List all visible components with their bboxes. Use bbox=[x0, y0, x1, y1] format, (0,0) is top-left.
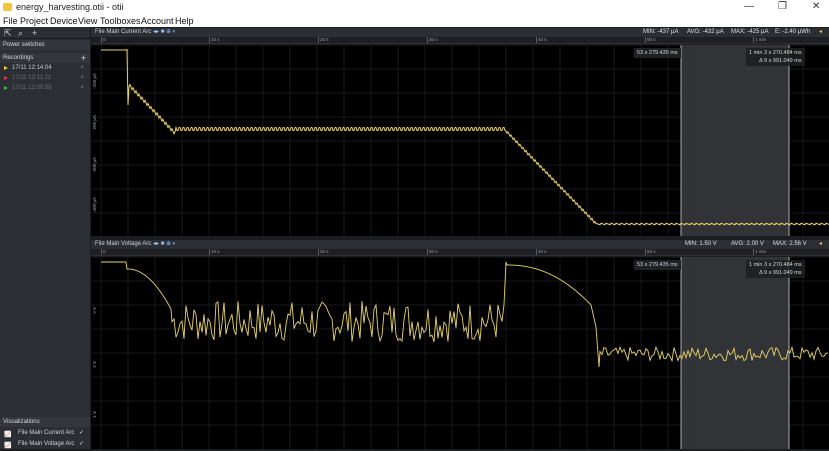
sidebar-toolbar: ⇱ ⌕ + bbox=[0, 27, 90, 39]
zoom-search-icon[interactable]: ⌕ bbox=[18, 28, 23, 39]
panel-title: File Main Current Arc bbox=[95, 29, 152, 35]
tick-label: 10 s bbox=[209, 249, 220, 255]
panel-controls-icon[interactable]: ◂▸ ■ ⊕ ◐ bbox=[153, 240, 176, 249]
time-ruler[interactable]: 0 10 s 20 s 30 s 40 s 50 s 1 min bbox=[91, 37, 829, 44]
window-titlebar: energy_harvesting.otii - otii — ❐ ✕ bbox=[0, 0, 829, 15]
add-marker-icon[interactable]: + bbox=[32, 28, 37, 38]
tick-label: 30 s bbox=[427, 249, 438, 255]
minimize-button[interactable]: — bbox=[744, 1, 754, 12]
visualization-label: File Main Voltage Arc bbox=[18, 441, 75, 447]
voltage-panel-header: File Main Voltage Arc ◂▸ ■ ⊕ ◐ MIN: 1.50… bbox=[91, 240, 829, 249]
recording-color-icon bbox=[4, 66, 8, 70]
recording-name: 17/11 12:09:58 bbox=[12, 85, 52, 91]
tick-label: 40 s bbox=[536, 249, 547, 255]
recordings-label: Recordings bbox=[3, 55, 34, 61]
power-switches-header[interactable]: Power switches bbox=[0, 40, 90, 50]
visualization-item-current[interactable]: 📈 File Main Current Arc ✓ bbox=[0, 428, 90, 438]
panel-title: File Main Voltage Arc bbox=[95, 241, 152, 247]
stat-avg: AVG: -432 µA bbox=[687, 29, 724, 35]
remove-recording-icon[interactable]: × bbox=[80, 74, 84, 83]
stat-avg: AVG: 2.00 V bbox=[731, 241, 764, 247]
y-axis-label: -200 µA bbox=[92, 115, 97, 131]
recording-color-icon bbox=[4, 86, 8, 90]
window-title: energy_harvesting.otii - otii bbox=[16, 2, 124, 12]
select-cursor-icon[interactable]: ⇱ bbox=[4, 28, 12, 39]
recording-item-2[interactable]: 17/11 12:11:21 × bbox=[0, 74, 90, 83]
voltage-plot[interactable]: 3 V 2 V 1 V 53 s 279.435 ms 1 min 3 s 27… bbox=[91, 257, 829, 449]
stat-max: MAX: -425 µA bbox=[731, 29, 769, 35]
visualization-label: File Main Current Arc bbox=[18, 430, 75, 436]
remove-recording-icon[interactable]: × bbox=[80, 64, 84, 73]
cursor-time-label: 53 s 279.435 ms bbox=[634, 48, 681, 58]
tick-label: 1 min bbox=[752, 37, 767, 43]
tick-label: 50 s bbox=[645, 249, 656, 255]
voltage-trace-svg bbox=[91, 257, 829, 449]
maximize-button[interactable]: ❐ bbox=[778, 1, 787, 12]
y-axis-label: -300 µA bbox=[92, 157, 97, 173]
selection-end-time: 1 min 3 s 270.484 ms bbox=[749, 262, 802, 268]
menu-toolboxes[interactable]: Toolboxes bbox=[100, 16, 141, 26]
recordings-header: Recordings + bbox=[0, 53, 90, 63]
y-axis-label: 2 V bbox=[92, 361, 97, 368]
close-button[interactable]: ✕ bbox=[812, 1, 820, 12]
tick-label: 40 s bbox=[536, 37, 547, 43]
recording-item-3[interactable]: 17/11 12:09:58 × bbox=[0, 84, 90, 93]
y-axis-label: 3 V bbox=[92, 307, 97, 314]
tick-label: 50 s bbox=[645, 37, 656, 43]
recording-color-icon bbox=[4, 76, 8, 80]
tick-label: 0 bbox=[101, 249, 106, 255]
menu-file[interactable]: File bbox=[3, 16, 18, 26]
menu-help[interactable]: Help bbox=[175, 16, 194, 26]
visualization-check-icon[interactable]: ✓ bbox=[79, 439, 84, 449]
stat-energy: E: -2.40 µWh bbox=[775, 29, 811, 35]
tick-label: 0 bbox=[101, 37, 106, 43]
tick-label: 10 s bbox=[209, 37, 220, 43]
y-axis-label: 1 V bbox=[92, 411, 97, 418]
menu-bar: File Project Device View Toolboxes Accou… bbox=[0, 15, 829, 27]
y-axis-label: -100 µA bbox=[92, 73, 97, 89]
stat-max: MAX: 2.56 V bbox=[773, 241, 807, 247]
chart-line-icon: 📈 bbox=[4, 443, 12, 449]
tick-label: 20 s bbox=[318, 37, 329, 43]
selection-info: 1 min 3 s 270.484 ms Δ 9 s 991.049 ms bbox=[746, 260, 805, 278]
menu-view[interactable]: View bbox=[78, 16, 97, 26]
collapse-arrow-icon[interactable]: ◂ bbox=[819, 28, 822, 37]
tick-label: 20 s bbox=[318, 249, 329, 255]
remove-recording-icon[interactable]: × bbox=[80, 84, 84, 93]
recording-name: 17/11 12:11:21 bbox=[12, 75, 52, 81]
y-axis-label: -400 µA bbox=[92, 197, 97, 213]
otii-logo-icon bbox=[3, 3, 12, 11]
current-trace-svg bbox=[91, 45, 829, 236]
tick-label: 1 min bbox=[752, 249, 767, 255]
collapse-arrow-icon[interactable]: ◂ bbox=[819, 240, 822, 249]
voltage-panel: File Main Voltage Arc ◂▸ ■ ⊕ ◐ MIN: 1.50… bbox=[91, 240, 829, 449]
sidebar: ⇱ ⌕ + Power switches Recordings + 17/11 … bbox=[0, 27, 90, 449]
selection-delta: Δ 9 s 991.049 ms bbox=[759, 58, 802, 64]
menu-device[interactable]: Device bbox=[50, 16, 78, 26]
recording-item-1[interactable]: 17/11 12:14:04 × bbox=[0, 64, 90, 73]
selection-region[interactable] bbox=[681, 45, 789, 236]
cursor-time-label: 53 s 279.435 ms bbox=[634, 260, 681, 270]
menu-account[interactable]: Account bbox=[141, 16, 174, 26]
recording-name: 17/11 12:14:04 bbox=[12, 65, 52, 71]
time-ruler[interactable]: 0 10 s 20 s 30 s 40 s 50 s 1 min bbox=[91, 249, 829, 256]
tick-label: 30 s bbox=[427, 37, 438, 43]
visualization-item-voltage[interactable]: 📈 File Main Voltage Arc ✓ bbox=[0, 439, 90, 449]
current-panel: File Main Current Arc ◂▸ ■ ⊕ ◐ MIN: -437… bbox=[91, 28, 829, 236]
selection-end-time: 1 min 3 s 270.484 ms bbox=[749, 50, 802, 56]
selection-info: 1 min 3 s 270.484 ms Δ 9 s 991.049 ms bbox=[746, 48, 805, 66]
panel-controls-icon[interactable]: ◂▸ ■ ⊕ ◐ bbox=[153, 28, 176, 37]
visualization-check-icon[interactable]: ✓ bbox=[79, 428, 84, 438]
current-panel-header: File Main Current Arc ◂▸ ■ ⊕ ◐ MIN: -437… bbox=[91, 28, 829, 37]
selection-delta: Δ 9 s 991.049 ms bbox=[759, 270, 802, 276]
stat-min: MIN: -437 µA bbox=[643, 29, 679, 35]
add-recording-icon[interactable]: + bbox=[81, 53, 86, 63]
visualizations-header: Visualizations bbox=[0, 417, 90, 427]
current-plot[interactable]: -100 µA -200 µA -300 µA -400 µA 53 s 279… bbox=[91, 45, 829, 236]
menu-project[interactable]: Project bbox=[20, 16, 48, 26]
stat-min: MIN: 1.50 V bbox=[685, 241, 717, 247]
